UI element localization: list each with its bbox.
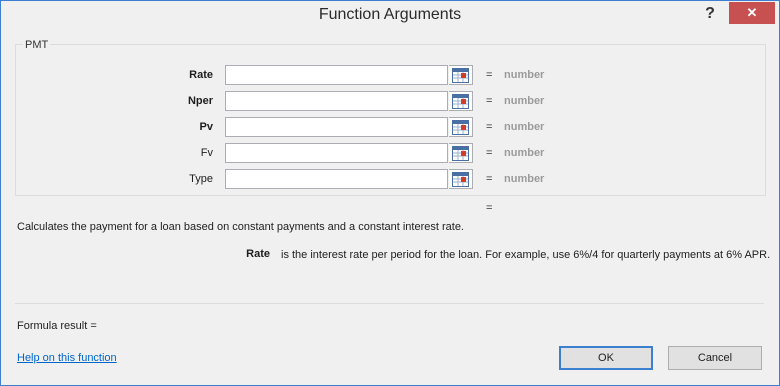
- function-name: PMT: [23, 39, 51, 51]
- fv-ref-button[interactable]: [449, 143, 473, 163]
- arg-label-nper: Nper: [187, 95, 213, 107]
- function-arguments-dialog: Function Arguments ? ✕ PMT Rate = number…: [0, 0, 780, 386]
- arg-label-rate: Rate: [189, 69, 213, 81]
- pv-ref-button[interactable]: [449, 117, 473, 137]
- nper-ref-button[interactable]: [449, 91, 473, 111]
- fv-input[interactable]: [225, 143, 448, 163]
- fv-value-hint: number: [504, 147, 545, 159]
- collapse-dialog-icon: [452, 94, 469, 109]
- help-icon[interactable]: ?: [695, 3, 725, 25]
- cancel-button[interactable]: Cancel: [668, 346, 762, 370]
- type-equals: =: [486, 173, 493, 185]
- type-input[interactable]: [225, 169, 448, 189]
- nper-value-hint: number: [504, 95, 545, 107]
- function-result-equals: =: [486, 202, 493, 214]
- collapse-dialog-icon: [452, 172, 469, 187]
- pv-input[interactable]: [225, 117, 448, 137]
- arg-label-fv: Fv: [200, 147, 213, 159]
- title-bar[interactable]: Function Arguments ? ✕: [1, 1, 779, 33]
- fv-equals: =: [486, 147, 493, 159]
- function-description: Calculates the payment for a loan based …: [17, 221, 464, 233]
- nper-equals: =: [486, 95, 493, 107]
- arg-label-type: Type: [189, 173, 213, 185]
- close-icon[interactable]: ✕: [729, 2, 775, 24]
- collapse-dialog-icon: [452, 146, 469, 161]
- collapse-dialog-icon: [452, 68, 469, 83]
- arg-help-name: Rate: [246, 248, 270, 260]
- arg-help-text: is the interest rate per period for the …: [281, 249, 771, 261]
- pv-equals: =: [486, 121, 493, 133]
- type-ref-button[interactable]: [449, 169, 473, 189]
- arg-label-pv: Pv: [199, 121, 213, 133]
- help-on-function-link[interactable]: Help on this function: [17, 352, 117, 364]
- nper-input[interactable]: [225, 91, 448, 111]
- ok-button[interactable]: OK: [559, 346, 653, 370]
- divider: [15, 303, 764, 304]
- pv-value-hint: number: [504, 121, 545, 133]
- rate-equals: =: [486, 69, 493, 81]
- dialog-title: Function Arguments: [318, 6, 462, 23]
- formula-result-label: Formula result =: [17, 320, 97, 332]
- type-value-hint: number: [504, 173, 545, 185]
- rate-value-hint: number: [504, 69, 545, 81]
- rate-input[interactable]: [225, 65, 448, 85]
- collapse-dialog-icon: [452, 120, 469, 135]
- rate-ref-button[interactable]: [449, 65, 473, 85]
